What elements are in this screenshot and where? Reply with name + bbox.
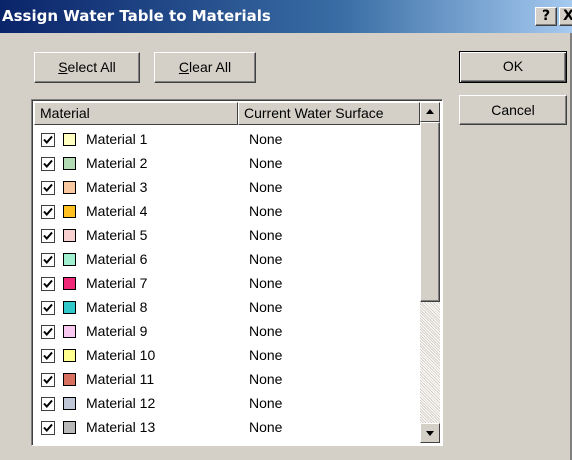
current-water-surface: None — [249, 419, 283, 435]
material-color-swatch — [63, 133, 76, 146]
material-color-swatch — [63, 373, 76, 386]
material-name: Material 1 — [86, 131, 148, 147]
checkmark-icon — [43, 207, 53, 216]
row-checkbox[interactable] — [41, 373, 55, 387]
checkmark-icon — [43, 351, 53, 360]
clear-all-button[interactable]: Clear All — [154, 52, 256, 83]
row-checkbox[interactable] — [41, 421, 55, 435]
material-color-swatch — [63, 181, 76, 194]
material-color-swatch — [63, 397, 76, 410]
row-checkbox[interactable] — [41, 253, 55, 267]
material-name: Material 11 — [86, 371, 155, 387]
checkmark-icon — [43, 183, 53, 192]
current-water-surface: None — [249, 323, 283, 339]
row-checkbox[interactable] — [41, 181, 55, 195]
table-row[interactable]: Material 10 None — [34, 344, 418, 368]
ok-button[interactable]: OK — [459, 51, 567, 83]
current-water-surface: None — [249, 155, 283, 171]
material-name: Material 12 — [86, 395, 156, 411]
help-button[interactable]: ? — [535, 7, 557, 26]
scrollbar-thumb[interactable] — [420, 122, 440, 302]
scroll-down-arrow-icon[interactable] — [420, 423, 440, 443]
row-checkbox[interactable] — [41, 229, 55, 243]
table-row[interactable]: Material 5 None — [34, 224, 418, 248]
material-color-swatch — [63, 325, 76, 338]
checkmark-icon — [43, 231, 53, 240]
checkmark-icon — [43, 399, 53, 408]
row-checkbox[interactable] — [41, 277, 55, 291]
material-color-swatch — [63, 277, 76, 290]
table-row[interactable]: Material 11 None — [34, 368, 418, 392]
current-water-surface: None — [249, 179, 283, 195]
current-water-surface: None — [249, 131, 283, 147]
material-name: Material 8 — [86, 299, 148, 315]
material-name: Material 4 — [86, 203, 148, 219]
material-color-swatch — [63, 205, 76, 218]
material-name: Material 2 — [86, 155, 148, 171]
row-checkbox[interactable] — [41, 133, 55, 147]
material-name: Material 13 — [86, 419, 156, 435]
checkmark-icon — [43, 423, 53, 432]
row-checkbox[interactable] — [41, 397, 55, 411]
material-color-swatch — [63, 349, 76, 362]
checkmark-icon — [43, 279, 53, 288]
current-water-surface: None — [249, 299, 283, 315]
material-color-swatch — [63, 229, 76, 242]
column-header-material[interactable]: Material — [34, 102, 238, 125]
vertical-scrollbar[interactable] — [420, 102, 440, 443]
table-row[interactable]: Material 1 None — [34, 128, 418, 152]
close-button[interactable]: X — [559, 7, 572, 26]
table-row[interactable]: Material 12 None — [34, 392, 418, 416]
title-bar: Assign Water Table to Materials ? X — [0, 0, 572, 33]
table-row[interactable]: Material 3 None — [34, 176, 418, 200]
row-checkbox[interactable] — [41, 301, 55, 315]
current-water-surface: None — [249, 275, 283, 291]
select-all-button[interactable]: Select All — [34, 52, 140, 83]
table-row[interactable]: Material 9 None — [34, 320, 418, 344]
checkmark-icon — [43, 135, 53, 144]
material-name: Material 9 — [86, 323, 148, 339]
checkmark-icon — [43, 375, 53, 384]
material-color-swatch — [63, 301, 76, 314]
table-row[interactable]: Material 6 None — [34, 248, 418, 272]
scroll-up-arrow-icon[interactable] — [420, 102, 440, 122]
checkmark-icon — [43, 159, 53, 168]
material-name: Material 5 — [86, 227, 148, 243]
current-water-surface: None — [249, 371, 283, 387]
checkmark-icon — [43, 303, 53, 312]
material-name: Material 6 — [86, 251, 148, 267]
current-water-surface: None — [249, 347, 283, 363]
table-row[interactable]: Material 7 None — [34, 272, 418, 296]
current-water-surface: None — [249, 203, 283, 219]
row-checkbox[interactable] — [41, 349, 55, 363]
current-water-surface: None — [249, 395, 283, 411]
checkmark-icon — [43, 327, 53, 336]
row-checkbox[interactable] — [41, 205, 55, 219]
cancel-button[interactable]: Cancel — [459, 95, 567, 125]
material-color-swatch — [63, 421, 76, 434]
current-water-surface: None — [249, 227, 283, 243]
material-name: Material 10 — [86, 347, 156, 363]
current-water-surface: None — [249, 251, 283, 267]
material-color-swatch — [63, 253, 76, 266]
material-color-swatch — [63, 157, 76, 170]
table-row[interactable]: Material 8 None — [34, 296, 418, 320]
row-checkbox[interactable] — [41, 157, 55, 171]
checkmark-icon — [43, 255, 53, 264]
material-name: Material 7 — [86, 275, 148, 291]
materials-list[interactable]: Material Current Water Surface Material … — [31, 99, 443, 446]
row-checkbox[interactable] — [41, 325, 55, 339]
table-row[interactable]: Material 2 None — [34, 152, 418, 176]
column-header-water-surface[interactable]: Current Water Surface — [238, 102, 420, 125]
table-row[interactable]: Material 13 None — [34, 416, 418, 440]
table-row[interactable]: Material 4 None — [34, 200, 418, 224]
material-name: Material 3 — [86, 179, 148, 195]
window-title: Assign Water Table to Materials — [2, 7, 271, 25]
